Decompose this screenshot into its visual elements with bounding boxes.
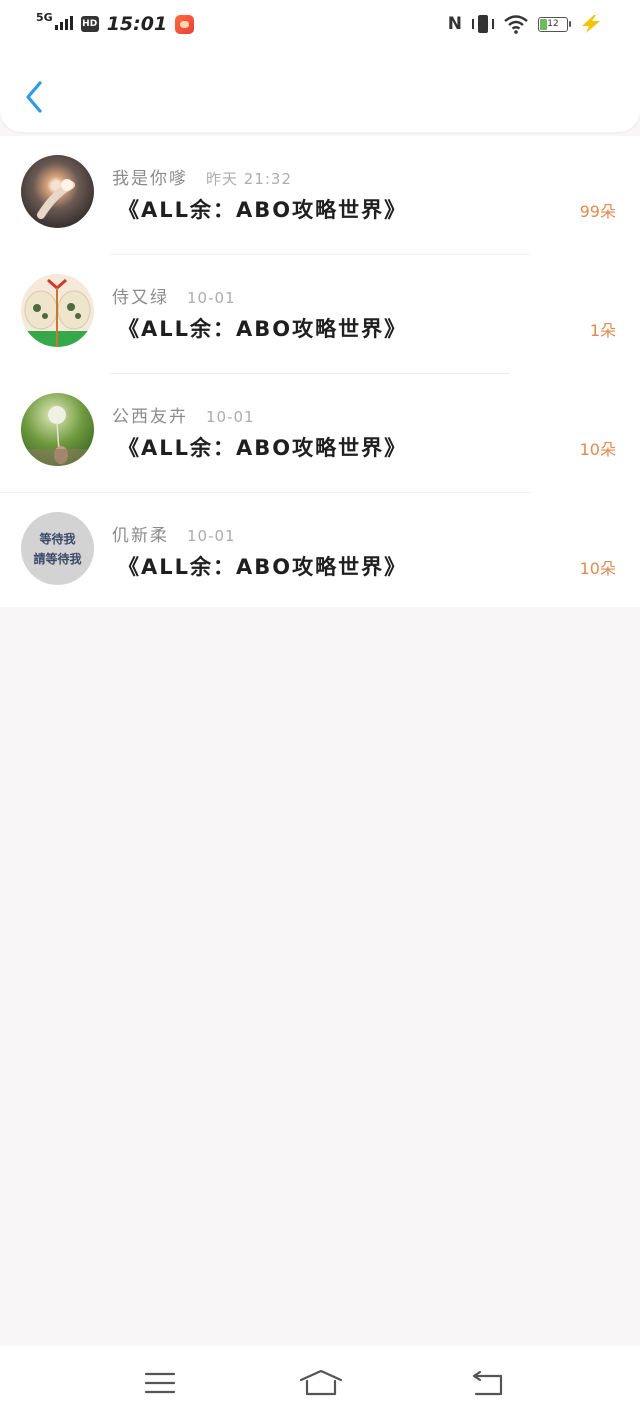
avatar[interactable] (21, 155, 94, 228)
signal-icon (54, 10, 73, 30)
app-notification-icon (175, 15, 195, 34)
gift-date: 昨天 21:32 (206, 170, 292, 188)
gift-meta: 仉新柔 10-01 (112, 521, 236, 546)
status-left: 5G HD 15:01 (36, 10, 195, 35)
status-right: N 12 (448, 14, 604, 34)
network-type: 5G (36, 11, 53, 24)
avatar[interactable]: 等待我 請等待我 (21, 512, 94, 585)
book-title: 《ALL余：ABO攻略世界》 (118, 436, 408, 460)
gift-record-row[interactable]: 等待我 請等待我 仉新柔 10-01 《ALL余：ABO攻略世界》 10朵 (0, 493, 640, 607)
avatar-text: 等待我 (39, 531, 76, 546)
sender-name: 侍又绿 (112, 288, 169, 308)
gift-record-row[interactable]: 公西友卉 10-01 《ALL余：ABO攻略世界》 10朵 (0, 374, 640, 493)
sender-name: 我是你嗲 (112, 169, 188, 189)
avatar-text: 請等待我 (33, 551, 82, 566)
status-time: 15:01 (106, 13, 168, 35)
back-nav-button[interactable] (470, 1368, 506, 1398)
avatar[interactable] (21, 274, 94, 347)
menu-button[interactable] (142, 1368, 178, 1398)
charging-icon (582, 15, 600, 33)
gift-meta: 我是你嗲 昨天 21:32 (112, 164, 292, 189)
gift-date: 10-01 (187, 289, 236, 307)
system-navigation-bar (0, 1346, 640, 1422)
nfc-icon: N (447, 14, 462, 34)
gift-record-row[interactable]: 我是你嗲 昨天 21:32 《ALL余：ABO攻略世界》 99朵 (0, 136, 640, 255)
flower-count: 1朵 (589, 321, 616, 340)
menu-icon (144, 1372, 176, 1394)
vibrate-icon (472, 15, 494, 33)
gift-date: 10-01 (187, 527, 236, 545)
flower-count: 99朵 (579, 202, 616, 221)
battery-icon: 12 (538, 16, 571, 32)
gift-meta: 公西友卉 10-01 (112, 402, 255, 427)
gift-record-row[interactable]: 侍又绿 10-01 《ALL余：ABO攻略世界》 1朵 (0, 255, 640, 374)
sender-name: 公西友卉 (112, 407, 188, 427)
gift-record-list: 我是你嗲 昨天 21:32 《ALL余：ABO攻略世界》 99朵 侍又绿 10-… (0, 136, 640, 607)
status-bar: 5G HD 15:01 N 12 (0, 0, 640, 50)
hd-badge: HD (80, 16, 99, 32)
gift-meta: 侍又绿 10-01 (112, 283, 236, 308)
sender-name: 仉新柔 (112, 526, 169, 546)
return-icon (472, 1370, 503, 1396)
battery-level: 12 (547, 18, 559, 29)
home-button[interactable] (298, 1368, 344, 1398)
book-title: 《ALL余：ABO攻略世界》 (118, 198, 408, 222)
book-title: 《ALL余：ABO攻略世界》 (118, 555, 408, 579)
chevron-left-icon (26, 81, 42, 113)
wifi-icon (504, 15, 528, 34)
back-button[interactable] (20, 78, 50, 118)
top-header: 5G HD 15:01 N 12 (0, 0, 640, 132)
home-icon (299, 1369, 343, 1396)
gift-date: 10-01 (206, 408, 255, 426)
book-title: 《ALL余：ABO攻略世界》 (118, 317, 408, 341)
flower-count: 10朵 (579, 559, 616, 578)
flower-count: 10朵 (579, 440, 616, 459)
avatar[interactable] (21, 393, 94, 466)
